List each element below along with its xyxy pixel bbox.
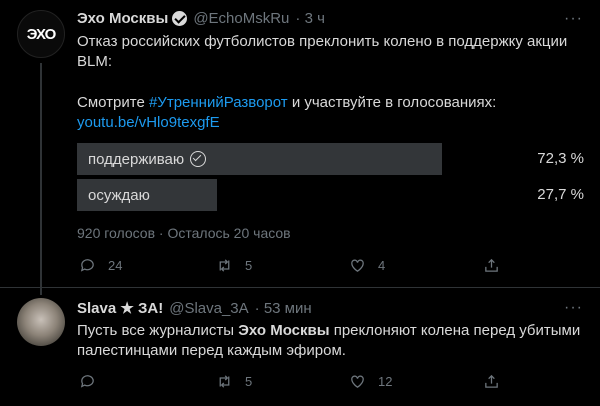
heart-icon: [351, 259, 364, 272]
tweet2-text-line1: Пусть все журналисты Эхо Москвы преклоня…: [77, 321, 580, 341]
like-button[interactable]: 4: [349, 257, 385, 274]
echo-logo: ЭХО: [26, 25, 57, 43]
tweet-divider: [0, 287, 600, 288]
tweet2-author-name[interactable]: Slava ★ ЗА!: [77, 299, 163, 317]
retweet-icon: [219, 259, 230, 272]
poll-option-label: поддерживаю: [88, 150, 185, 168]
reply-icon: [80, 375, 94, 388]
share-icon: [485, 258, 498, 272]
tweet1-header: Эхо Москвы @EchoMskRu · 3 ч: [77, 10, 325, 27]
retweet-count: 5: [245, 258, 253, 273]
tweet1-handle[interactable]: @EchoMskRu: [193, 10, 289, 27]
tweet1-more-icon[interactable]: ···: [564, 10, 583, 28]
tweet2-text-bold: Эхо Москвы: [238, 322, 330, 339]
check-circle-icon: [190, 151, 207, 167]
reply-button[interactable]: [79, 373, 108, 390]
like-count: 4: [378, 258, 386, 273]
tweet2-more-icon[interactable]: ···: [564, 299, 583, 317]
like-count: 12: [378, 374, 393, 389]
like-button[interactable]: 12: [349, 373, 392, 390]
poll-summary: 920 голосов · Осталось 20 часов: [77, 225, 291, 241]
share-button[interactable]: [483, 373, 512, 390]
heart-icon: [351, 375, 364, 388]
share-icon: [485, 374, 498, 388]
reply-icon: [80, 259, 94, 272]
share-button[interactable]: [483, 257, 512, 274]
tweet2-header: Slava ★ ЗА! @Slava_3A · 53 мин: [77, 299, 312, 318]
tweet1-text-watch: Смотрите: [77, 94, 149, 111]
tweet1-text-line2: BLM:: [77, 53, 113, 70]
tweet1-time[interactable]: · 3 ч: [295, 10, 325, 27]
retweet-button[interactable]: 5: [216, 257, 252, 274]
tweet2-time[interactable]: · 53 мин: [255, 300, 312, 317]
thread-line: [40, 63, 42, 295]
tweet2-text-pre: Пусть все журналисты: [77, 322, 239, 339]
verified-icon: [172, 11, 188, 26]
reply-count: 24: [108, 258, 123, 273]
tweet2-handle[interactable]: @Slava_3A: [169, 300, 248, 317]
retweet-count: 5: [245, 374, 253, 389]
tweet1-text-vote: и участвуйте в голосованиях:: [287, 94, 497, 111]
poll-option-support: поддерживаю: [88, 143, 207, 175]
poll-percent-support: 72,3 %: [537, 150, 584, 167]
hashtag-link[interactable]: #УтреннийРазворот: [149, 94, 288, 111]
poll-option-label: осуждаю: [88, 186, 150, 204]
youtube-link[interactable]: youtu.be/vHlo9texgfE: [77, 113, 220, 133]
echo-avatar[interactable]: ЭХО: [17, 10, 65, 58]
tweet1-text-line3: Смотрите #УтреннийРазворот и участвуйте …: [77, 93, 496, 113]
retweet-icon: [219, 375, 230, 388]
tweet2-text-line2: палестинцами перед каждым эфиром.: [77, 342, 346, 359]
tweet1-author-name[interactable]: Эхо Москвы: [77, 10, 168, 27]
retweet-button[interactable]: 5: [216, 373, 252, 390]
poll-percent-condemn: 27,7 %: [537, 186, 584, 203]
reply-button[interactable]: 24: [79, 257, 122, 274]
tweet1-text-line1: Отказ российских футболистов преклонить …: [77, 33, 568, 50]
poll-option-condemn: осуждаю: [88, 179, 150, 211]
tweet2-text-post: преклоняют колена перед убитыми: [329, 322, 581, 339]
slava-avatar[interactable]: [17, 298, 65, 346]
